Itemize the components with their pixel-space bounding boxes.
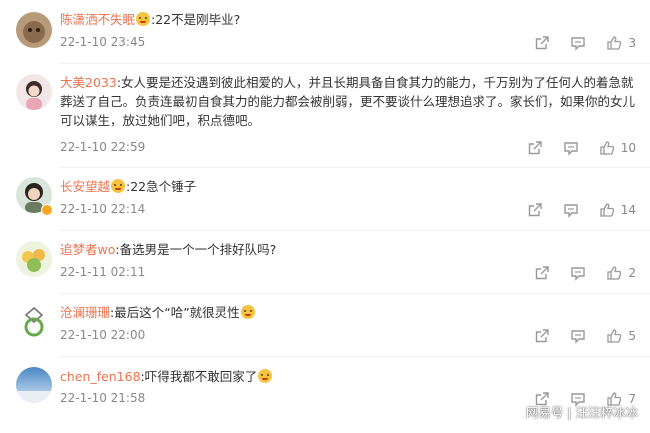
comment-actions: 5 (514, 327, 636, 345)
like-button[interactable]: 5 (606, 328, 636, 344)
comment-button[interactable] (570, 35, 586, 51)
comment-text: 追梦者wo:备选男是一个一个排好队吗? (60, 240, 636, 259)
share-icon (536, 36, 550, 50)
comment-icon (571, 267, 586, 281)
divider (60, 63, 650, 64)
comment-body: :吓得我都不敢回家了 (140, 369, 258, 384)
like-button[interactable]: 3 (606, 35, 636, 51)
comment-body: :最后这个“哈”就很灵性 (110, 305, 240, 320)
like-button[interactable]: 10 (599, 140, 636, 156)
divider (60, 230, 650, 231)
thumbs-up-icon (607, 266, 622, 280)
thumbs-up-icon (607, 329, 622, 343)
avatar[interactable] (16, 12, 52, 48)
username[interactable]: 沧澜珊珊 (60, 305, 110, 320)
like-count: 5 (628, 329, 636, 343)
thumbs-up-icon (600, 141, 614, 155)
comment-body: :22不是刚毕业? (151, 12, 241, 27)
avatar[interactable] (16, 241, 52, 277)
avatar[interactable] (16, 74, 52, 110)
share-button[interactable] (527, 140, 543, 156)
like-count: 14 (620, 203, 636, 217)
comment-text: chen_fen168:吓得我都不敢回家了 (60, 367, 636, 386)
comment-actions: 10 (507, 139, 636, 157)
watermark: 网易号 | 汪汪粹冰冰 (525, 405, 638, 420)
timestamp: 22-1-10 22:59 (60, 140, 146, 154)
avatar[interactable] (16, 367, 52, 403)
comment-button[interactable] (563, 140, 579, 156)
share-icon (536, 266, 550, 280)
timestamp: 22-1-11 02:11 (60, 265, 146, 279)
comment-icon (571, 330, 586, 344)
share-icon (536, 329, 550, 343)
timestamp: 22-1-10 22:14 (60, 202, 146, 216)
comment-button[interactable] (570, 265, 586, 281)
username[interactable]: 追梦者wo (60, 242, 115, 257)
comment-text: 沧澜珊珊:最后这个“哈”就很灵性 (60, 303, 636, 322)
emoji-icon (136, 12, 151, 26)
username[interactable]: 陈潇洒不失眠 (60, 12, 135, 27)
share-button[interactable] (534, 328, 550, 344)
comment-body: :备选男是一个一个排好队吗? (115, 242, 277, 257)
comment-icon (571, 37, 586, 51)
like-count: 10 (620, 141, 636, 155)
emoji-icon (258, 369, 273, 383)
verified-badge (41, 204, 53, 216)
like-button[interactable]: 2 (606, 265, 636, 281)
share-button[interactable] (534, 35, 550, 51)
comment-text: 陈潇洒不失眠 :22不是刚毕业? (60, 10, 636, 29)
comment-icon (564, 204, 578, 218)
divider (60, 356, 650, 357)
comment-text: 大美2033:女人要是还没遇到彼此相爱的人，并且长期具备自食其力的能力，千万别为… (60, 73, 636, 130)
comment-actions: 3 (514, 34, 636, 52)
like-count: 2 (628, 266, 636, 280)
thumbs-up-icon (600, 203, 614, 217)
timestamp: 22-1-10 22:00 (60, 328, 146, 342)
share-icon (528, 141, 542, 155)
divider (60, 167, 650, 168)
username[interactable]: chen_fen168 (60, 369, 141, 384)
emoji-icon (111, 179, 126, 193)
emoji-icon (240, 305, 255, 319)
avatar[interactable] (16, 303, 52, 339)
comment-body: :女人要是还没遇到彼此相爱的人，并且长期具备自食其力的能力，千万别为了任何人的着… (60, 75, 636, 128)
like-count: 3 (628, 36, 636, 50)
share-icon (528, 203, 542, 217)
share-button[interactable] (534, 265, 550, 281)
comment-actions: 2 (514, 264, 636, 282)
share-button[interactable] (527, 202, 543, 218)
timestamp: 22-1-10 21:58 (60, 391, 146, 405)
thumbs-up-icon (607, 36, 622, 50)
comment-actions: 14 (507, 201, 636, 219)
comment-icon (564, 142, 578, 156)
comment-button[interactable] (563, 202, 579, 218)
username[interactable]: 长安望越 (60, 179, 110, 194)
username[interactable]: 大美2033 (60, 75, 117, 90)
like-button[interactable]: 14 (599, 202, 636, 218)
comment-list: 陈潇洒不失眠 :22不是刚毕业? 22-1-10 23:45 3 大美2033:女… (0, 0, 650, 433)
comment-button[interactable] (570, 328, 586, 344)
comment-text: 长安望越 :22急个锤子 (60, 177, 636, 196)
divider (60, 293, 650, 294)
comment-body: :22急个锤子 (126, 179, 197, 194)
timestamp: 22-1-10 23:45 (60, 35, 146, 49)
